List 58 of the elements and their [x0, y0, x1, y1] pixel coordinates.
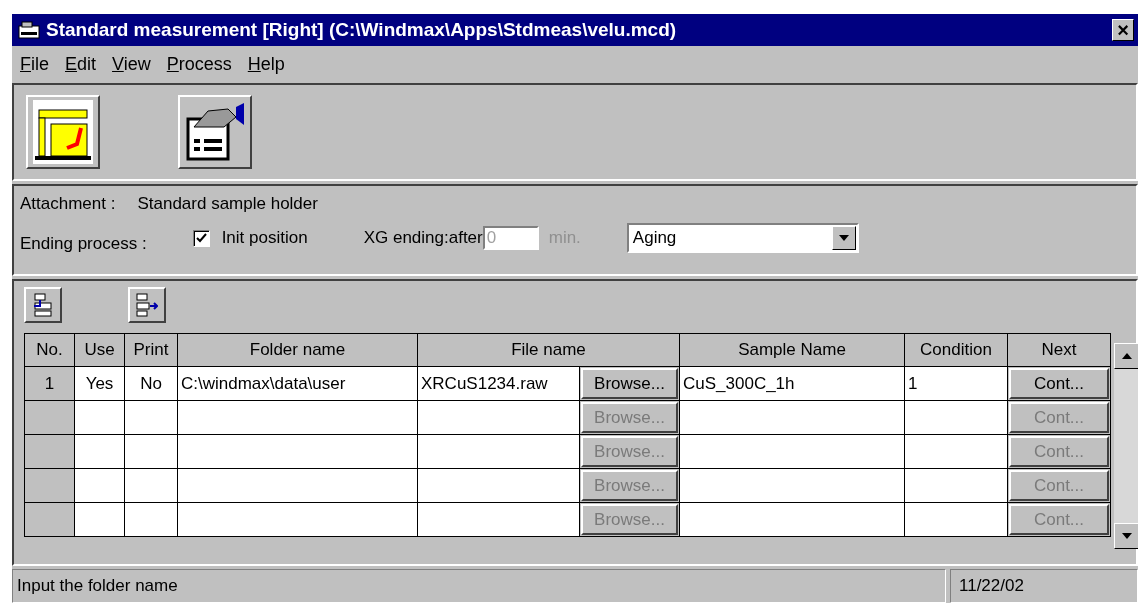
table-cell	[124, 400, 178, 435]
measurement-tool-button[interactable]	[26, 95, 100, 169]
column-header: File name	[417, 333, 680, 367]
xg-ending-label: XG ending:after	[363, 228, 483, 248]
table-cell: C:\windmax\data\user	[177, 366, 418, 401]
column-header: Folder name	[177, 333, 418, 367]
menu-item[interactable]: Help	[247, 54, 285, 75]
table-cell	[74, 434, 125, 469]
row-number-cell	[24, 502, 75, 537]
dropdown-arrow-icon	[838, 235, 849, 241]
ending-dropdown[interactable]: Aging	[626, 223, 859, 253]
continue-button[interactable]: Cont...	[1009, 368, 1109, 399]
close-button[interactable]: ×	[1112, 19, 1134, 41]
row-number-cell	[24, 468, 75, 503]
append-row-icon	[136, 293, 158, 317]
table-cell: Yes	[74, 366, 125, 401]
column-header: No.	[24, 333, 75, 367]
status-message: Input the folder name	[12, 569, 946, 603]
table-cell	[74, 468, 125, 503]
menu-item[interactable]: Process	[166, 54, 232, 75]
column-header: Use	[74, 333, 125, 367]
row-number-cell	[24, 434, 75, 469]
menu-item[interactable]: View	[112, 54, 151, 75]
attachment-value: Standard sample holder	[137, 194, 318, 214]
app-icon	[18, 20, 40, 40]
table-cell	[124, 468, 178, 503]
append-row-button[interactable]	[128, 287, 166, 323]
menu-item[interactable]: File	[20, 54, 49, 75]
document-icon	[184, 101, 246, 163]
insert-row-icon	[32, 293, 54, 317]
init-position-checkbox[interactable]	[192, 229, 210, 247]
checkbox-label: Init position	[221, 228, 308, 248]
browse-button[interactable]: Browse...	[581, 368, 678, 399]
window-title: Standard measurement [Right] (C:\Windmax\Apps\Stdmeas\velu.mcd)	[46, 19, 678, 41]
table-cell	[74, 502, 125, 537]
scrollbar[interactable]	[1114, 343, 1138, 549]
sheet-tool-button[interactable]	[178, 95, 252, 169]
column-header: Next	[1007, 333, 1111, 367]
attachment-label: Attachment :	[20, 194, 116, 214]
scroll-up-icon	[1122, 353, 1132, 359]
column-header: Condition	[904, 333, 1008, 367]
table-cell: XRCuS1234.raw	[417, 366, 580, 401]
row-number-cell: 1	[24, 366, 75, 401]
table-cell: CuS_300C_1h	[679, 366, 905, 401]
table-cell: 1	[904, 366, 1008, 401]
column-header: Sample Name	[679, 333, 905, 367]
table-cell	[74, 400, 125, 435]
insert-row-button[interactable]	[24, 287, 62, 323]
row-number-cell	[24, 400, 75, 435]
status-date: 11/22/02	[950, 569, 1138, 603]
menu-item[interactable]: Edit	[65, 54, 97, 75]
table-cell	[124, 502, 178, 537]
table-cell	[124, 434, 178, 469]
ending-process-label: Ending process :	[20, 234, 147, 255]
table-cell: No	[124, 366, 178, 401]
column-header: Print	[124, 333, 178, 367]
goniometer-icon	[33, 100, 93, 164]
scroll-down-icon	[1122, 533, 1132, 539]
